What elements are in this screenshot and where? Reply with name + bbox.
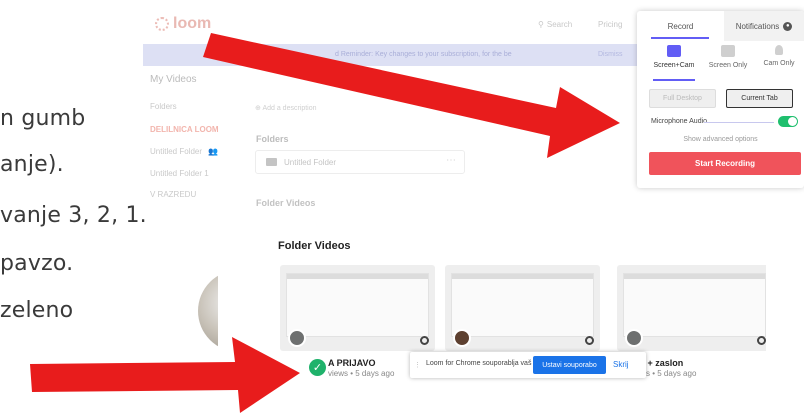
chrome-sharing-bar: ⋮ Loom for Chrome souporablja vaš zaslon…: [410, 352, 646, 378]
full-desktop-button[interactable]: Full Desktop: [649, 89, 716, 108]
folder-card[interactable]: Untitled Folder ⋯: [255, 150, 465, 174]
video-meta-1: views • 5 days ago: [328, 369, 395, 378]
add-description-link[interactable]: ⊕ Add a description: [255, 104, 317, 112]
microphone-level-bar: [704, 122, 774, 123]
plus-icon: ⊕: [255, 105, 261, 112]
shared-users-icon: 👥: [208, 147, 219, 156]
mode-screen-cam[interactable]: Screen+Cam: [649, 43, 699, 79]
mode-cam-only-label: Cam Only: [763, 60, 795, 67]
slide-text-line-2: anje).: [0, 152, 64, 177]
loom-logo-text: loom: [173, 15, 212, 32]
stop-sharing-button[interactable]: Ustavi souporabo: [533, 356, 606, 374]
screen-only-icon: [721, 45, 735, 57]
show-advanced-options-link[interactable]: Show advanced options: [637, 136, 804, 143]
slide-text-line-4: pavzo.: [0, 251, 74, 276]
microphone-audio-label: Microphone Audio: [651, 118, 708, 125]
folder-name: Untitled Folder: [284, 158, 337, 167]
mode-screen-only-label: Screen Only: [708, 62, 748, 69]
link-icon[interactable]: [585, 336, 594, 345]
thumbnail-screen: [286, 273, 429, 337]
current-tab-button[interactable]: Current Tab: [726, 89, 793, 108]
thumbnail-screen: [623, 273, 766, 337]
sidebar-item-label: Untitled Folder: [150, 147, 203, 156]
microphone-toggle[interactable]: [778, 116, 798, 127]
mode-screen-only[interactable]: Screen Only: [703, 43, 753, 79]
slide-text-line-1: n gumb: [0, 106, 86, 131]
video-thumbnail-2[interactable]: [445, 265, 600, 351]
video-title-1[interactable]: A PRIJAVO: [328, 358, 376, 368]
cam-only-icon: [775, 45, 783, 55]
slide-text-line-5: zeleno: [0, 298, 74, 323]
sidebar-item-untitled-folder-1[interactable]: Untitled Folder 1: [150, 169, 209, 178]
folders-heading: Folders: [256, 134, 289, 144]
folder-icon: [266, 158, 277, 166]
more-options-icon[interactable]: ⋯: [446, 155, 456, 166]
search-link[interactable]: ⚲ Search: [538, 20, 572, 29]
notification-bell-icon: ●: [783, 21, 793, 31]
sidebar-item-delilnica-loom[interactable]: DELILNICA LOOM: [150, 125, 219, 134]
loom-logo-icon: [155, 17, 169, 31]
search-label: Search: [546, 20, 573, 29]
folder-videos-heading-top: Folder Videos: [256, 198, 316, 208]
mode-screen-cam-label: Screen+Cam: [653, 62, 695, 69]
avatar: [453, 329, 471, 347]
sidebar-item-untitled-folder[interactable]: Untitled Folder 👥: [150, 147, 218, 156]
thumbnail-screen: [451, 273, 594, 337]
drag-handle-icon[interactable]: ⋮: [414, 361, 421, 369]
start-recording-button[interactable]: Start Recording: [649, 152, 801, 175]
checkmark-icon[interactable]: ✓: [309, 359, 326, 376]
add-description-label: Add a description: [262, 105, 317, 112]
link-icon[interactable]: [420, 336, 429, 345]
loom-record-popup: Record Notifications ● Screen+Cam Screen…: [637, 11, 804, 188]
folder-videos-heading: Folder Videos: [278, 240, 351, 252]
banner-dismiss-link[interactable]: Dismiss: [598, 51, 623, 58]
video-thumbnail-1[interactable]: [280, 265, 435, 351]
mode-active-underline: [653, 79, 695, 81]
avatar: [625, 329, 643, 347]
sidebar-folders-label: Folders: [150, 102, 177, 111]
pricing-link[interactable]: Pricing: [598, 20, 622, 29]
video-title-3[interactable]: a + zaslon: [640, 358, 683, 368]
slide-text-line-3: vanje 3, 2, 1.: [0, 203, 147, 228]
sidebar-item-v-razredu[interactable]: V RAZREDU: [150, 190, 196, 199]
hide-link[interactable]: Skrij: [613, 360, 629, 369]
banner-text: d Reminder: Key changes to your subscrip…: [335, 51, 512, 58]
avatar: [288, 329, 306, 347]
screen-cam-icon: [667, 45, 681, 57]
tab-record-underline: [651, 37, 709, 39]
video-thumbnail-3[interactable]: [617, 265, 766, 351]
sidebar-title[interactable]: My Videos: [150, 74, 197, 85]
search-icon: ⚲: [538, 20, 544, 29]
tab-notifications[interactable]: Notifications ●: [724, 11, 804, 41]
link-icon[interactable]: [757, 336, 766, 345]
mode-cam-only[interactable]: Cam Only: [754, 43, 804, 79]
loom-logo[interactable]: loom: [155, 14, 211, 34]
tab-notifications-label: Notifications: [735, 21, 780, 31]
